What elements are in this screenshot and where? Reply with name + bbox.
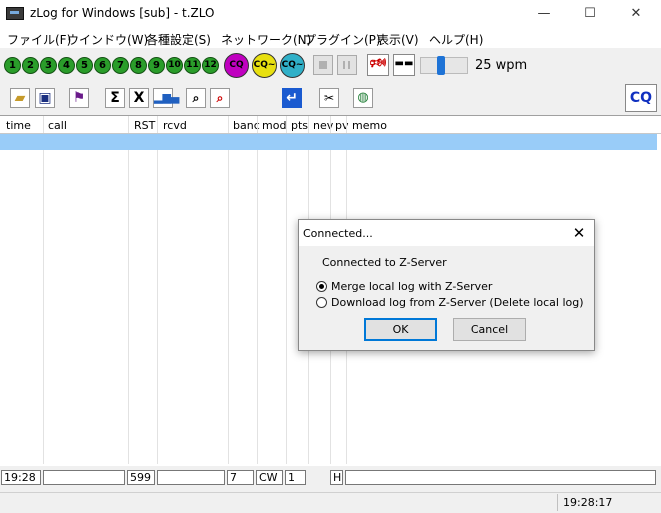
globe-icon[interactable]: ◍ [353,88,373,108]
speed-slider-thumb[interactable] [437,56,445,75]
tools-icon[interactable]: ✂ [319,88,339,108]
band-button-4[interactable]: 4 [58,57,75,74]
maximize-button[interactable]: ☐ [567,0,613,28]
band-button-9[interactable]: 9 [148,57,165,74]
column-points: pts [291,119,309,132]
entry-rcvd[interactable] [157,470,225,485]
download-radio[interactable] [316,297,327,308]
entry-rst[interactable]: 599 [127,470,155,485]
status-bar [0,492,661,513]
band-button-8[interactable]: 8 [130,57,147,74]
entry-new [308,470,328,485]
column-band: banc [233,119,260,132]
pause-button[interactable] [337,55,357,75]
sigma-icon[interactable]: Σ [105,88,125,108]
speaker-mute-icon[interactable]: 🕬 [367,54,389,76]
dialog-close-button[interactable]: ✕ [568,222,590,244]
band-button-1[interactable]: 1 [4,57,21,74]
open-folder-icon[interactable]: ▰ [10,88,30,108]
menu-view[interactable]: 表示(V) [377,31,419,48]
column-rcvd: rcvd [163,119,187,132]
col-divider [257,116,258,464]
band-button-6[interactable]: 6 [94,57,111,74]
status-time: 19:28:17 [563,496,613,509]
column-rst: RST [134,119,156,132]
band-button-10[interactable]: 10 [166,57,183,74]
dialog-title: Connected... [303,227,373,240]
col-divider [43,116,44,464]
x-icon[interactable]: X [129,88,149,108]
entry-call[interactable] [43,470,125,485]
dialog-message: Connected to Z-Server [322,256,447,269]
pause-icon-bar [348,61,350,69]
menu-window[interactable]: ウインドウ(W) [67,31,148,48]
app-icon [6,7,24,20]
cq-button-3[interactable]: CQ~ [280,53,305,78]
band-button-2[interactable]: 2 [22,57,39,74]
column-call: call [48,119,67,132]
check-call-icon[interactable]: ⌕ [186,88,206,108]
key-icon[interactable]: ▬▬ [393,54,415,76]
entry-mode[interactable]: CW [256,470,283,485]
band-button-11[interactable]: 11 [184,57,201,74]
band-button-7[interactable]: 7 [112,57,129,74]
check-multi-icon[interactable]: ⌕ [210,88,230,108]
window-title: zLog for Windows [sub] - t.ZLO [30,6,215,20]
merge-radio[interactable] [316,281,327,292]
col-divider [157,116,158,464]
band-button-3[interactable]: 3 [40,57,57,74]
ok-button[interactable]: OK [364,318,437,341]
column-time: time [6,119,31,132]
cq-mode-button[interactable]: CQ [625,84,657,112]
column-memo: memo [352,119,387,132]
band-button-5[interactable]: 5 [76,57,93,74]
menu-settings[interactable]: 各種設定(S) [146,31,211,48]
chart-icon[interactable]: ▂▆▄ [153,88,179,108]
entry-time[interactable]: 19:28 [1,470,41,485]
menu-plugin[interactable]: プラグイン(P) [304,31,381,48]
close-button[interactable]: ✕ [613,0,659,28]
col-divider [286,116,287,464]
entry-pv[interactable]: H [330,470,343,485]
merge-radio-label[interactable]: Merge local log with Z-Server [331,280,492,293]
entry-memo[interactable] [345,470,656,485]
enter-icon[interactable]: ↵ [282,88,302,108]
options-icon[interactable]: ⚑ [69,88,89,108]
stop-icon [319,61,327,69]
col-divider [228,116,229,464]
minimize-button[interactable]: — [521,0,567,28]
save-icon[interactable]: ▣ [35,88,55,108]
pause-icon [343,61,345,69]
status-divider [557,494,558,511]
speed-label: 25 wpm [475,58,528,73]
selected-row[interactable] [0,134,657,150]
menu-network[interactable]: ネットワーク(N) [221,31,311,48]
cancel-button[interactable]: Cancel [453,318,526,341]
menu-file[interactable]: ファイル(F) [7,31,71,48]
cq-button-2[interactable]: CQ~ [252,53,277,78]
band-button-12[interactable]: 12 [202,57,219,74]
download-radio-label[interactable]: Download log from Z-Server (Delete local… [331,296,584,309]
menu-help[interactable]: ヘルプ(H) [429,31,483,48]
entry-band[interactable]: 7 [227,470,254,485]
entry-power[interactable]: 1 [285,470,306,485]
col-divider [128,116,129,464]
column-mode: mod [262,119,287,132]
cq-button-1[interactable]: CQ [224,53,249,78]
